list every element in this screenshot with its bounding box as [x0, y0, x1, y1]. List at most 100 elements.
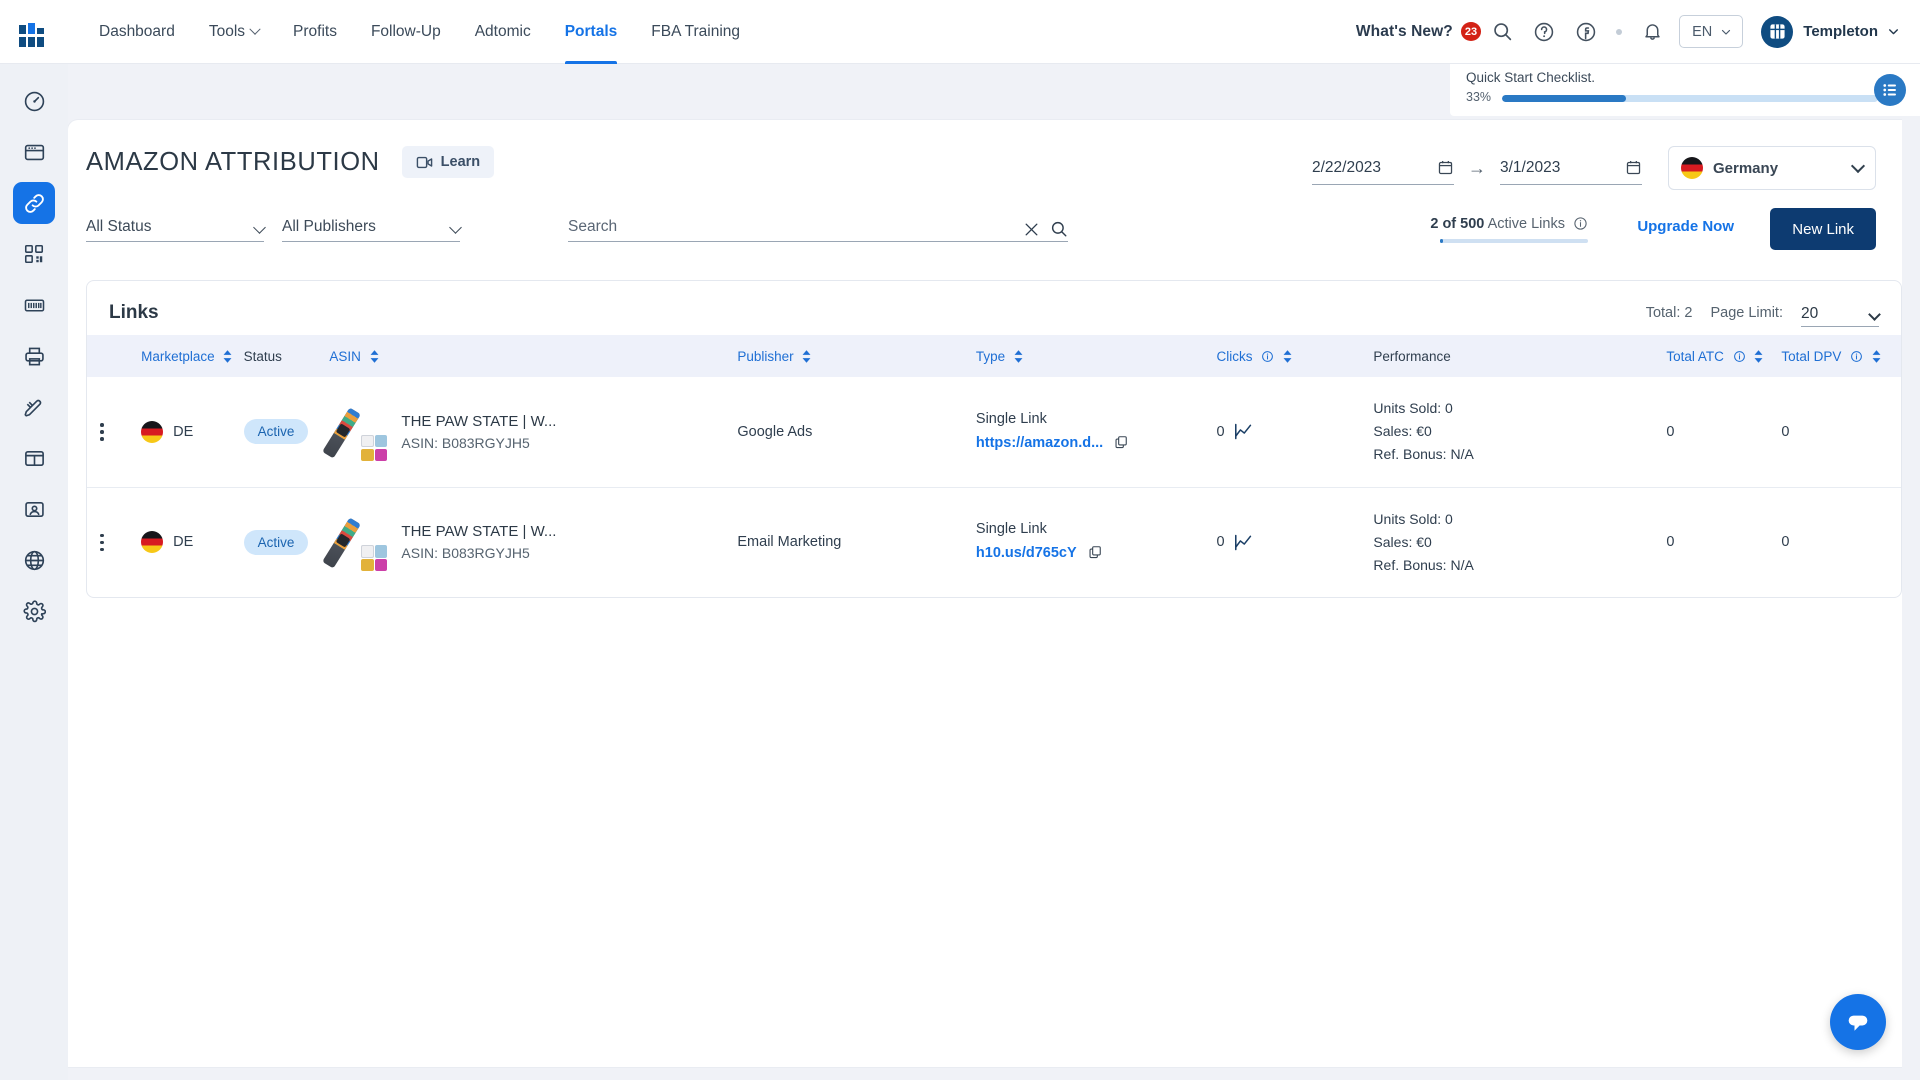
nav-item-fba-training[interactable]: FBA Training	[634, 0, 757, 64]
help-icon[interactable]	[1523, 11, 1565, 53]
col-marketplace[interactable]: Marketplace	[135, 335, 238, 377]
sidebar-item-design[interactable]	[13, 386, 55, 428]
germany-flag-icon	[1681, 157, 1703, 179]
col-asin[interactable]: ASIN	[323, 335, 731, 377]
new-link-button[interactable]: New Link	[1770, 208, 1876, 250]
nav-item-profits[interactable]: Profits	[276, 0, 354, 64]
calendar-icon[interactable]	[1625, 159, 1642, 176]
status-filter-select[interactable]: All Status	[86, 208, 266, 242]
sidebar-item-links[interactable]	[13, 182, 55, 224]
sort-icon[interactable]	[370, 350, 379, 364]
chat-bubble-button[interactable]	[1830, 994, 1886, 1050]
link-icon	[24, 193, 44, 213]
whats-new-label: What's New?	[1355, 22, 1453, 40]
quick-start-progress-bar	[1502, 95, 1878, 102]
search-icon[interactable]	[1050, 220, 1068, 238]
info-icon[interactable]	[1733, 350, 1746, 363]
quick-start-checklist[interactable]: Quick Start Checklist. 33%	[1450, 64, 1920, 116]
info-icon[interactable]	[1261, 350, 1274, 363]
sidebar-item-storefront[interactable]	[13, 131, 55, 173]
destination-link[interactable]: h10.us/d765cY	[976, 545, 1077, 561]
clicks-cell: 0	[1211, 377, 1368, 487]
user-name-label: Templeton	[1803, 23, 1878, 40]
sidebar-item-settings[interactable]	[13, 590, 55, 632]
sidebar-item-profile[interactable]	[13, 488, 55, 530]
sidebar-item-qr-code[interactable]	[13, 233, 55, 275]
row-menu-icon[interactable]	[93, 423, 111, 441]
quick-start-list-button[interactable]	[1874, 74, 1906, 106]
col-publisher[interactable]: Publisher	[731, 335, 970, 377]
copy-icon[interactable]	[1088, 545, 1102, 563]
upgrade-now-link[interactable]: Upgrade Now	[1637, 218, 1734, 235]
publisher-cell: Google Ads	[737, 423, 813, 440]
quick-start-title: Quick Start Checklist.	[1466, 70, 1596, 85]
language-selector[interactable]: EN	[1679, 15, 1744, 48]
sort-icon[interactable]	[223, 350, 232, 364]
user-menu[interactable]: Templeton	[1743, 15, 1900, 48]
table-row[interactable]: DE Active THE PAW STATE | W... ASIN: B08…	[87, 487, 1901, 597]
col-label: Performance	[1373, 348, 1451, 364]
col-total-dpv[interactable]: Total DPV	[1775, 335, 1901, 377]
sort-icon[interactable]	[1754, 350, 1763, 364]
status-badge: Active	[243, 419, 309, 445]
nav-label: FBA Training	[651, 22, 741, 40]
date-from-field[interactable]: 2/22/2023	[1312, 151, 1454, 185]
sidebar-item-print[interactable]	[13, 335, 55, 377]
col-label: Total ATC	[1666, 348, 1724, 364]
row-actions-cell	[87, 377, 135, 487]
sort-icon[interactable]	[1014, 350, 1023, 364]
publisher-cell: Email Marketing	[737, 534, 842, 551]
performance-cell: Units Sold: 0 Sales: €0 Ref. Bonus: N/A	[1367, 377, 1660, 487]
nav-item-dashboard[interactable]: Dashboard	[82, 0, 192, 64]
col-total-atc[interactable]: Total ATC	[1660, 335, 1775, 377]
sort-icon[interactable]	[1283, 350, 1292, 364]
sidebar-item-dashboard[interactable]	[13, 80, 55, 122]
search-actions	[1023, 220, 1068, 241]
product-title: THE PAW STATE | W...	[401, 523, 557, 541]
asin-cell: THE PAW STATE | W... ASIN: B083RGYJH5	[322, 487, 731, 597]
nav-item-adtomic[interactable]: Adtomic	[458, 0, 548, 64]
nav-item-follow-up[interactable]: Follow-Up	[354, 0, 458, 64]
calendar-icon[interactable]	[1437, 159, 1454, 176]
col-type[interactable]: Type	[970, 335, 1211, 377]
search-input[interactable]	[568, 218, 988, 241]
table-row[interactable]: DE Active THE PAW STATE | W... ASIN: B08…	[87, 377, 1901, 487]
nav-item-tools[interactable]: Tools	[192, 0, 276, 64]
col-label: Type	[975, 348, 1006, 364]
helium10-logo-icon[interactable]	[16, 15, 50, 49]
country-selector[interactable]: Germany	[1668, 146, 1876, 190]
nav-label: Tools	[208, 22, 246, 40]
info-icon[interactable]	[1850, 350, 1863, 363]
search-icon[interactable]	[1481, 11, 1523, 53]
info-icon[interactable]	[1573, 216, 1588, 231]
sidebar-item-domains[interactable]	[13, 539, 55, 581]
date-to-field[interactable]: 3/1/2023	[1500, 151, 1642, 185]
nav-item-portals[interactable]: Portals	[548, 0, 635, 64]
learn-label: Learn	[440, 154, 481, 170]
whats-new-button[interactable]: What's New? 23	[1355, 22, 1482, 41]
globe-icon	[24, 550, 44, 570]
sort-icon[interactable]	[1872, 350, 1881, 364]
copy-icon[interactable]	[1114, 435, 1128, 453]
learn-button[interactable]: Learn	[401, 146, 495, 178]
sort-icon[interactable]	[802, 350, 811, 364]
col-clicks[interactable]: Clicks	[1211, 335, 1368, 377]
destination-link[interactable]: https://amazon.d...	[976, 435, 1103, 451]
facebook-icon[interactable]	[1565, 11, 1607, 53]
notifications-bell-icon[interactable]	[1631, 11, 1673, 53]
publisher-filter-value: All Publishers	[282, 218, 376, 235]
product-title: THE PAW STATE | W...	[401, 412, 557, 430]
sidebar-item-barcode[interactable]	[13, 284, 55, 326]
chart-icon[interactable]	[1234, 423, 1253, 440]
link-type-label: Single Link	[975, 410, 1047, 427]
publisher-filter-select[interactable]: All Publishers	[282, 208, 462, 242]
chart-icon[interactable]	[1234, 534, 1253, 551]
clear-search-icon[interactable]	[1023, 221, 1040, 238]
row-menu-icon[interactable]	[93, 533, 111, 551]
sidebar-item-layouts[interactable]	[13, 437, 55, 479]
type-cell: Single Link https://amazon.d...	[970, 377, 1211, 487]
performance-cell: Units Sold: 0 Sales: €0 Ref. Bonus: N/A	[1367, 487, 1660, 597]
nav-label: Profits	[293, 22, 337, 40]
date-to-value: 3/1/2023	[1500, 158, 1561, 176]
page-limit-select[interactable]: 20	[1801, 299, 1881, 327]
